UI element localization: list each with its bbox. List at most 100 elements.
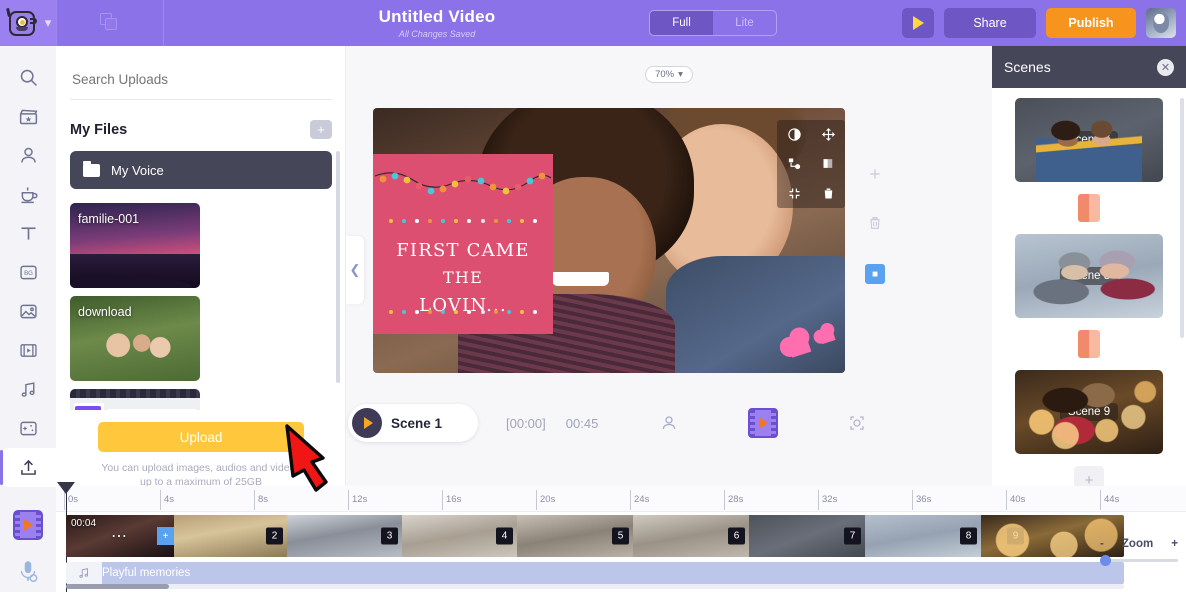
transition-marker[interactable] xyxy=(1078,194,1100,222)
zoom-slider-handle[interactable] xyxy=(1100,555,1111,566)
sidebar-item-videos[interactable] xyxy=(8,331,48,370)
text-card-layer[interactable]: FIRST CAME THE LOVIN... xyxy=(373,154,553,334)
table-row[interactable]: 4 xyxy=(402,515,517,557)
close-icon[interactable]: ✕ xyxy=(1157,59,1174,76)
fit-tool[interactable] xyxy=(787,186,802,201)
video-icon xyxy=(18,340,39,361)
logo-button[interactable]: ▾ xyxy=(0,0,56,46)
folder-my-voice[interactable]: My Voice xyxy=(70,151,332,189)
clip-number: 6 xyxy=(728,528,745,545)
transition-marker[interactable] xyxy=(1078,330,1100,358)
sidebar-item-images[interactable] xyxy=(8,292,48,331)
zoom-out-button[interactable]: - xyxy=(1100,538,1104,550)
clip-number: 4 xyxy=(496,528,513,545)
tab-full[interactable]: Full xyxy=(650,11,713,35)
string-lights-icon xyxy=(373,166,553,214)
video-canvas[interactable]: FIRST CAME THE LOVIN... xyxy=(373,108,845,373)
scene-item[interactable]: Scene 7 xyxy=(1015,98,1163,182)
uploads-scrollbar[interactable] xyxy=(336,151,340,383)
clip-number: 7 xyxy=(844,528,861,545)
film-strip-icon[interactable] xyxy=(13,510,43,540)
upload-thumb-download[interactable]: download xyxy=(70,296,200,381)
canvas-zoom-select[interactable]: 70% ▾ xyxy=(645,66,693,83)
replace-tool[interactable] xyxy=(787,156,802,171)
share-button[interactable]: Share xyxy=(944,8,1036,38)
table-row[interactable]: 8 xyxy=(865,515,981,557)
zoom-in-button[interactable]: + xyxy=(1171,538,1178,550)
duplicate-layer-button[interactable]: ■ xyxy=(865,264,885,284)
table-row[interactable]: 6 xyxy=(633,515,749,557)
zoom-slider[interactable] xyxy=(1100,559,1178,562)
more-options-icon[interactable]: ⋯ xyxy=(111,526,129,546)
trash-icon xyxy=(867,215,883,231)
clip-duration: 00:04 xyxy=(71,518,96,529)
sidebar-item-music[interactable] xyxy=(8,370,48,409)
duplicate-button[interactable] xyxy=(57,0,163,46)
delete-layer-button[interactable] xyxy=(858,215,892,236)
sidebar-item-background[interactable]: BG xyxy=(8,253,48,292)
opacity-icon xyxy=(787,127,802,142)
avatar[interactable] xyxy=(1146,8,1176,38)
scene-film-button[interactable] xyxy=(748,408,778,438)
scenes-scrollbar[interactable] xyxy=(1180,98,1184,338)
table-row[interactable]: 7 xyxy=(749,515,865,557)
upload-thumb-familie[interactable]: familie-001 xyxy=(70,203,200,288)
video-track[interactable]: 00:04 ⋯ + 2 3 4 5 6 7 8 9 xyxy=(66,515,1124,557)
timeline-ruler[interactable]: 0s 4s 8s 12s 16s 20s 24s 28s 32s 36s 40s… xyxy=(56,486,1186,512)
scenes-list: Scene 7 Scene 8 Scene 9 + xyxy=(992,88,1186,494)
clip-number: 8 xyxy=(960,528,977,545)
sidebar-item-text[interactable] xyxy=(8,214,48,253)
chevron-down-icon[interactable]: ▾ xyxy=(45,15,52,31)
crop-tool[interactable] xyxy=(821,156,836,171)
search-input[interactable] xyxy=(70,66,332,100)
upload-icon xyxy=(18,457,39,478)
add-folder-button[interactable]: + xyxy=(310,120,332,139)
add-clip-icon[interactable]: + xyxy=(157,527,174,545)
audio-track-label: Playful memories xyxy=(102,567,190,579)
table-row[interactable]: 5 xyxy=(517,515,633,557)
owl-logo-icon xyxy=(5,8,39,38)
timecode-current: [00:00] xyxy=(506,416,546,431)
publish-button[interactable]: Publish xyxy=(1046,8,1136,38)
scene-item[interactable]: Scene 9 xyxy=(1015,370,1163,454)
scenes-panel-header: Scenes ✕ xyxy=(992,46,1186,88)
move-tool[interactable] xyxy=(821,127,836,142)
opacity-tool[interactable] xyxy=(787,127,802,142)
timeline-scrollbar[interactable] xyxy=(66,584,1124,589)
audio-track-icon-cell xyxy=(66,562,102,584)
crop-split-icon xyxy=(821,156,836,171)
sidebar-item-templates[interactable] xyxy=(8,97,48,136)
microphone-icon[interactable] xyxy=(13,558,43,584)
text-icon xyxy=(18,223,39,244)
timecode-total: 00:45 xyxy=(566,416,599,431)
scene-character-button[interactable] xyxy=(660,414,678,432)
rail-bottom-tools xyxy=(0,510,56,584)
sidebar-item-props[interactable] xyxy=(8,175,48,214)
scene-play-button[interactable] xyxy=(352,408,382,438)
preview-play-button[interactable] xyxy=(902,8,934,38)
clip-number: 5 xyxy=(612,528,629,545)
table-row[interactable]: 2 xyxy=(174,515,287,557)
move-icon xyxy=(821,127,836,142)
collapse-panel-button[interactable]: ❮ xyxy=(346,236,364,304)
add-layer-button[interactable] xyxy=(858,166,892,187)
current-scene-chip[interactable]: Scene 1 xyxy=(348,404,478,442)
ruler-tick: 8s xyxy=(254,490,268,510)
table-row[interactable]: 00:04 ⋯ + xyxy=(66,515,174,557)
upload-button[interactable]: Upload xyxy=(98,422,304,452)
scene-item[interactable]: Scene 8 xyxy=(1015,234,1163,318)
canvas-zoom-value: 70% xyxy=(655,69,674,80)
tab-lite[interactable]: Lite xyxy=(713,11,776,35)
delete-tool[interactable] xyxy=(821,186,836,201)
sidebar-item-search[interactable] xyxy=(8,58,48,97)
scene-focus-button[interactable] xyxy=(848,414,866,432)
mode-toggle[interactable]: Full Lite xyxy=(649,10,777,36)
props-icon xyxy=(18,184,39,205)
music-icon xyxy=(18,379,39,400)
sidebar-item-uploads[interactable] xyxy=(0,448,56,487)
sidebar-item-effects[interactable] xyxy=(8,409,48,448)
audio-track[interactable]: Playful memories xyxy=(66,562,1124,584)
table-row[interactable]: 3 xyxy=(287,515,402,557)
sidebar-item-characters[interactable] xyxy=(8,136,48,175)
red-pointer-arrow xyxy=(283,424,355,496)
